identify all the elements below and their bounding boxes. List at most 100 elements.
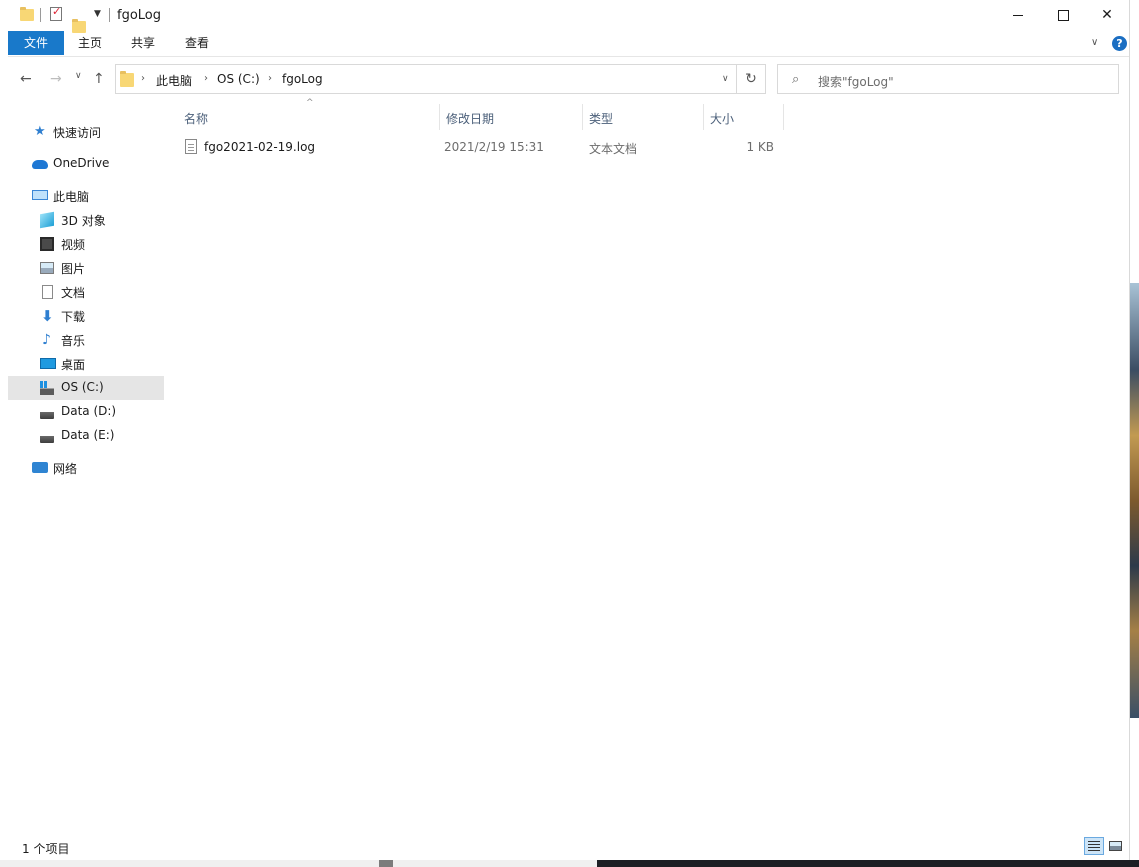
search-placeholder: 搜索"fgoLog": [818, 75, 894, 89]
file-size: 1 KB: [746, 140, 774, 154]
recent-locations-chevron-icon[interactable]: ∨: [75, 71, 82, 81]
nav-item-videos[interactable]: 视频: [8, 232, 164, 256]
navigation-pane: ★ 快速访问 OneDrive 此电脑 3D 对象 视频 图片 文档 ⬇ 下载 …: [8, 104, 166, 824]
details-view-icon[interactable]: [1084, 837, 1104, 855]
column-header-modified[interactable]: 修改日期: [440, 104, 583, 130]
folder-icon: [120, 71, 134, 87]
nav-item-network[interactable]: 网络: [8, 456, 164, 480]
film-icon: [40, 237, 54, 251]
breadcrumb-separator-icon[interactable]: ›: [204, 73, 208, 84]
nav-item-data-e[interactable]: Data (E:): [8, 424, 164, 448]
nav-item-label: Data (D:): [61, 404, 117, 418]
column-header-size[interactable]: 大小: [704, 104, 784, 130]
background-taskbar-strip: [0, 860, 1139, 867]
nav-item-label: 视频: [61, 238, 86, 252]
address-history-chevron-down-icon[interactable]: ∨: [722, 74, 729, 84]
forward-arrow-icon[interactable]: →: [50, 71, 62, 87]
desktop-icon: [40, 358, 56, 369]
file-list-pane: ^ 名称 修改日期 类型 大小 fgo2021-02-19.log 2021/2…: [166, 96, 1130, 826]
nav-item-label: OS (C:): [61, 380, 104, 394]
nav-item-label: 音乐: [61, 334, 86, 348]
tab-file[interactable]: 文件: [8, 31, 64, 55]
computer-icon: [32, 190, 48, 200]
nav-item-downloads[interactable]: ⬇ 下载: [8, 304, 164, 328]
nav-item-music[interactable]: ♪ 音乐: [8, 328, 164, 352]
customize-toolbar-chevron-down-icon[interactable]: ▼: [94, 9, 101, 26]
properties-icon[interactable]: [50, 5, 62, 21]
breadcrumb-fgolog[interactable]: fgoLog: [282, 72, 323, 86]
network-icon: [32, 462, 48, 473]
nav-item-documents[interactable]: 文档: [8, 280, 164, 304]
breadcrumb-separator-icon[interactable]: ›: [268, 73, 272, 84]
nav-item-label: OneDrive: [53, 156, 110, 170]
nav-item-label: Data (E:): [61, 428, 115, 442]
nav-item-onedrive[interactable]: OneDrive: [8, 152, 164, 176]
column-header-name[interactable]: 名称: [178, 104, 440, 130]
close-button[interactable]: ✕: [1084, 0, 1130, 30]
nav-item-this-pc[interactable]: 此电脑: [8, 184, 164, 208]
folder-icon: [20, 7, 34, 21]
breadcrumb-separator-icon[interactable]: ›: [141, 73, 145, 84]
column-header-label: 大小: [710, 112, 735, 126]
column-header-type[interactable]: 类型: [583, 104, 704, 130]
tab-share[interactable]: 共享: [120, 31, 166, 55]
quick-access-separator: [40, 8, 41, 22]
refresh-button[interactable]: ↻: [736, 64, 766, 94]
nav-item-pictures[interactable]: 图片: [8, 256, 164, 280]
tab-home[interactable]: 主页: [68, 31, 112, 55]
back-arrow-icon[interactable]: ←: [20, 71, 32, 87]
column-header-label: 名称: [184, 112, 209, 126]
nav-item-desktop[interactable]: 桌面: [8, 352, 164, 376]
help-icon[interactable]: ?: [1112, 36, 1127, 51]
download-arrow-icon: ⬇: [41, 307, 54, 325]
picture-icon: [40, 262, 54, 274]
nav-item-label: 下载: [61, 310, 86, 324]
tab-view[interactable]: 查看: [174, 31, 220, 55]
document-icon: [42, 285, 53, 299]
file-modified-date: 2021/2/19 15:31: [444, 140, 544, 154]
background-desktop-right: [1130, 0, 1139, 867]
background-desktop-left: [0, 0, 8, 867]
column-header-label: 修改日期: [446, 112, 495, 126]
window-title: fgoLog: [117, 8, 162, 23]
breadcrumb-os-c[interactable]: OS (C:): [217, 72, 260, 86]
up-arrow-icon[interactable]: ↑: [93, 71, 105, 87]
breadcrumb-this-pc[interactable]: 此电脑: [156, 72, 192, 89]
table-row[interactable]: fgo2021-02-19.log 2021/2/19 15:31 文本文档 1…: [178, 135, 784, 159]
address-bar[interactable]: › 此电脑 › OS (C:) › fgoLog ∨: [115, 64, 737, 94]
expand-ribbon-chevron-icon[interactable]: ∨: [1091, 37, 1098, 48]
nav-item-label: 3D 对象: [61, 214, 106, 228]
nav-item-label: 桌面: [61, 358, 86, 372]
search-icon: ⌕: [792, 72, 800, 87]
cube-icon: [40, 211, 54, 229]
address-row: ← → ∨ ↑ › 此电脑 › OS (C:) › fgoLog ∨ ↻ ⌕ 搜…: [8, 62, 1129, 96]
nav-item-data-d[interactable]: Data (D:): [8, 400, 164, 424]
nav-item-label: 此电脑: [53, 190, 90, 204]
item-count: 1 个项目: [22, 842, 70, 856]
search-input[interactable]: ⌕ 搜索"fgoLog": [777, 64, 1119, 94]
status-bar: 1 个项目: [8, 834, 1129, 860]
file-type: 文本文档: [589, 142, 638, 156]
nav-item-label: 文档: [61, 286, 86, 300]
title-bar: ▼ fgoLog ✕: [8, 0, 1130, 33]
nav-item-label: 图片: [61, 262, 86, 276]
text-file-icon: [185, 139, 197, 154]
nav-item-os-c[interactable]: OS (C:): [8, 376, 164, 400]
file-explorer-window: ▼ fgoLog ✕ 文件 主页 共享 查看 ∨ ? ← → ∨ ↑ › 此电脑…: [8, 0, 1130, 860]
nav-item-quick-access[interactable]: ★ 快速访问: [8, 120, 164, 144]
music-note-icon: ♪: [42, 332, 51, 348]
drive-icon: [40, 405, 54, 419]
cloud-icon: [32, 160, 48, 169]
star-icon: ★: [34, 124, 46, 139]
title-separator: [109, 8, 110, 22]
nav-item-label: 快速访问: [53, 126, 102, 140]
large-icons-view-icon[interactable]: [1107, 837, 1125, 855]
minimize-button[interactable]: [995, 0, 1041, 30]
nav-item-3d-objects[interactable]: 3D 对象: [8, 208, 164, 232]
windows-drive-icon: [40, 381, 54, 395]
drive-icon: [40, 429, 54, 443]
column-header-label: 类型: [589, 112, 614, 126]
ribbon-tabs: 文件 主页 共享 查看 ∨ ?: [8, 31, 1129, 57]
maximize-button[interactable]: [1040, 0, 1086, 30]
nav-item-label: 网络: [53, 462, 78, 476]
